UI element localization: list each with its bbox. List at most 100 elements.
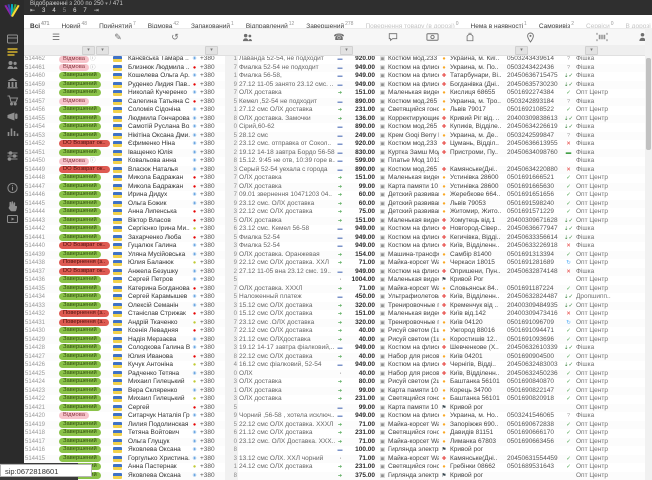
client-phone[interactable]: +380: [199, 217, 225, 226]
status-badge[interactable]: Завершений: [59, 429, 101, 436]
order-row[interactable]: 514441ЗавершенийЗахарченко Люба●+3805Фиа…: [24, 234, 645, 243]
client-phone[interactable]: +380: [199, 81, 225, 90]
client-phone[interactable]: +380: [199, 259, 225, 268]
status-badge[interactable]: Завершений: [59, 72, 101, 79]
tracking-number[interactable]: [506, 446, 562, 455]
tracking-number[interactable]: 20450634220880: [506, 166, 562, 175]
order-row[interactable]: 514453ЗавершенийНікітіна Оксана Дми..✳+3…: [24, 132, 645, 141]
order-row[interactable]: 514440DO Возврат ок..Гуцалюк Галина✳+380…: [24, 242, 645, 251]
sidebar-item-hand-icon[interactable]: [5, 200, 19, 213]
order-row[interactable]: 514449DO Возврат ок..Власюк Наталья✳+380…: [24, 166, 645, 175]
client-phone[interactable]: +380: [199, 472, 225, 480]
tracking-number[interactable]: 0501691598240: [506, 200, 562, 209]
tracking-number[interactable]: 0501690666170: [506, 429, 562, 438]
tracking-number[interactable]: 20450636677947: [506, 225, 562, 234]
status-badge[interactable]: Відмова: [59, 98, 89, 105]
client-phone[interactable]: +380: [199, 55, 225, 64]
status-badge[interactable]: Завершений: [59, 183, 101, 190]
order-row[interactable]: 514416ЗавершенийЯковлева Оксана✳+3808▬10…: [24, 446, 645, 455]
tracking-number[interactable]: 20400309473416: [506, 310, 562, 319]
status-badge[interactable]: Завершений: [59, 115, 101, 122]
status-badge[interactable]: Завершений: [59, 276, 101, 283]
status-badge[interactable]: Завершений: [59, 208, 101, 215]
tracking-number[interactable]: 0501691093696: [506, 336, 562, 345]
status-badge[interactable]: Завершений: [59, 106, 101, 113]
status-badge[interactable]: Завершений: [59, 336, 101, 343]
client-phone[interactable]: +380: [199, 123, 225, 132]
tracking-number[interactable]: 0501692274384: [506, 89, 562, 98]
page-5[interactable]: 5: [63, 7, 66, 15]
tracking-number[interactable]: 20450634226619: [506, 123, 562, 132]
status-badge[interactable]: Завершений: [59, 395, 101, 402]
tracking-number[interactable]: 0501691666521: [506, 174, 562, 183]
client-phone[interactable]: +380: [199, 251, 225, 260]
status-badge[interactable]: Завершений: [59, 353, 101, 360]
status-badge[interactable]: Завершений: [59, 361, 101, 368]
status-badge[interactable]: Завершений: [59, 421, 101, 428]
tracking-number[interactable]: 20450633226918: [506, 242, 562, 251]
order-row[interactable]: 514436ЗавершенийСергей Петров✳+3805◔1004…: [24, 276, 645, 285]
tracking-number[interactable]: [506, 157, 562, 166]
tab-Новий[interactable]: Новий48: [55, 18, 93, 29]
tab-Всі[interactable]: Всі471: [24, 18, 55, 29]
status-badge[interactable]: Завершений: [59, 149, 101, 156]
order-row[interactable]: 514447ЗавершенийМикола Бадражан●+3807ОЛХ…: [24, 183, 645, 192]
client-phone[interactable]: +380: [199, 140, 225, 149]
order-row[interactable]: 514459ЗавершенийРуденко Лидия Пав..●+380…: [24, 81, 645, 90]
client-phone[interactable]: +380: [199, 200, 225, 209]
status-badge[interactable]: Завершений: [59, 302, 101, 309]
status-badge[interactable]: Завершений: [59, 378, 101, 385]
client-phone[interactable]: +380: [199, 353, 225, 362]
tracking-number[interactable]: 20400309671628: [506, 217, 562, 226]
sidebar-item-video-icon[interactable]: [5, 213, 19, 226]
order-row[interactable]: 514434ЗавершенийСергей Карамышев✳+3805На…: [24, 293, 645, 302]
tab-Запакований[interactable]: Запакований1: [185, 18, 240, 29]
tab-Прийнятий[interactable]: Прийнятий7: [93, 18, 142, 29]
order-row[interactable]: 514430ЗавершенийКсенія Левадняя●+380722.…: [24, 327, 645, 336]
client-phone[interactable]: +380: [199, 242, 225, 251]
client-phone[interactable]: +380: [199, 327, 225, 336]
tracking-number[interactable]: 20400309838613: [506, 115, 562, 124]
client-phone[interactable]: +380: [199, 336, 225, 345]
order-row[interactable]: 514458ЗавершенийНиколай Кучеренко✳+3807О…: [24, 89, 645, 98]
tracking-number[interactable]: 0501690822147: [506, 387, 562, 396]
status-badge[interactable]: Завершений: [59, 446, 101, 453]
status-badge[interactable]: Завершений: [59, 327, 101, 334]
client-phone[interactable]: +380: [199, 208, 225, 217]
tracking-number[interactable]: 0501691281689: [506, 259, 562, 268]
tab-Самовивіз[interactable]: Самовивіз2: [533, 18, 580, 29]
status-badge[interactable]: Завершений: [59, 174, 101, 181]
client-phone[interactable]: +380: [199, 429, 225, 438]
order-row[interactable]: 514451ЗавершенийІващенко Юлія✳+380219.12…: [24, 149, 645, 158]
status-badge[interactable]: Завершений: [59, 81, 101, 88]
sidebar-item-orders-icon[interactable]: [5, 46, 19, 59]
status-badge[interactable]: Завершений: [59, 251, 101, 258]
sidebar-item-info-icon[interactable]: [5, 182, 19, 195]
order-row[interactable]: 514442ЗавершенийСергієнко Ірина Ми..●+38…: [24, 225, 645, 234]
client-phone[interactable]: +380: [199, 234, 225, 243]
order-row[interactable]: 514460ЗавершенийКошелева Ольга Ар..✳+380…: [24, 72, 645, 81]
product-icon[interactable]: [464, 31, 476, 43]
app-logo-icon[interactable]: [3, 3, 21, 19]
order-row[interactable]: 514446ЗавершенийИрина Дидух✳+380709.01 з…: [24, 191, 645, 200]
status-badge[interactable]: Відмова: [59, 412, 89, 419]
status-badge[interactable]: Завершений: [59, 344, 101, 351]
order-row[interactable]: 514448ЗавершенийМикола Бадражан●+3807ОЛХ…: [24, 174, 645, 183]
status-badge[interactable]: DO Возврат ок..: [59, 268, 110, 275]
sidebar-item-company-icon[interactable]: [5, 77, 19, 90]
sidebar-item-announcements-icon[interactable]: [5, 110, 19, 123]
status-badge[interactable]: Завершений: [59, 123, 101, 130]
page-6[interactable]: 6: [73, 7, 76, 15]
status-badge[interactable]: Завершений: [59, 217, 101, 224]
client-phone[interactable]: +380: [199, 370, 225, 379]
status-badge[interactable]: Повернення (з..: [59, 310, 109, 317]
order-row[interactable]: 514450ВідмоваⓘКовальова анна✳+380815.12.…: [24, 157, 645, 166]
tab-Повернення товару (в дорозі)[interactable]: Повернення товару (в дорозі)0: [359, 18, 464, 29]
status-icon[interactable]: ✎: [112, 31, 124, 43]
client-phone[interactable]: +380: [199, 183, 225, 192]
tracking-number[interactable]: 20450632824487: [506, 293, 562, 302]
order-row[interactable]: 514414ЗавершенийАнна Пастернак●+380124.1…: [24, 463, 645, 472]
client-phone[interactable]: +380: [199, 115, 225, 124]
tab-Відправлений[interactable]: Відправлений12: [240, 18, 300, 29]
tracking-number[interactable]: 20450636613955: [506, 140, 562, 149]
